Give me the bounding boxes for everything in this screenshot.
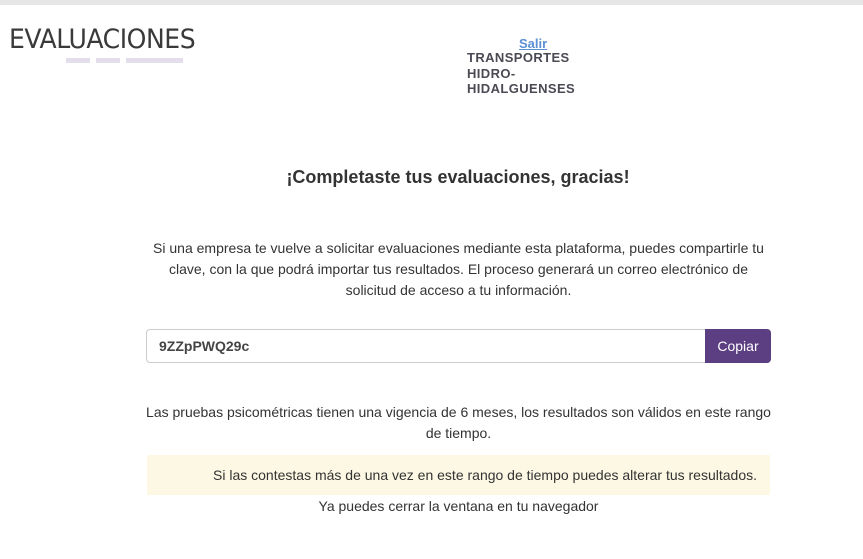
warning-alert: Si las contestas más de una vez en este … [147, 455, 770, 495]
logo-text: EVALUACIONES [9, 24, 196, 55]
share-key-description: Si una empresa te vuelve a solicitar eva… [153, 240, 764, 298]
page-title: ¡Completaste tus evaluaciones, gracias! [286, 167, 630, 187]
logo-decoration [9, 58, 185, 64]
validity-notice: Las pruebas psicométricas tienen una vig… [146, 404, 771, 441]
access-key-group: Copiar [146, 329, 771, 363]
top-strip [0, 0, 863, 5]
access-key-field[interactable] [146, 329, 705, 363]
close-window-note: Ya puedes cerrar la ventana en tu navega… [318, 498, 599, 514]
company-name: TRANSPORTES HIDRO-HIDALGUENSES [467, 50, 576, 96]
warning-text: Si las contestas más de una vez en este … [213, 467, 757, 483]
logout-link[interactable]: Salir [519, 36, 547, 51]
copy-button[interactable]: Copiar [705, 329, 771, 363]
app-logo[interactable]: EVALUACIONES [9, 24, 196, 64]
